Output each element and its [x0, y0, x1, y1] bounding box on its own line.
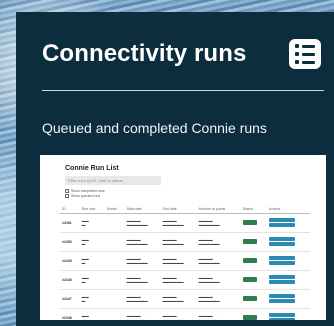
table-row: #2447 ▬▬ ▬ ▬▬▬▬ ▬▬▬▬▬▬ ▬▬▬▬ ▬▬▬▬▬▬ ▬▬▬▬ ▬▬▬▬… — [60, 289, 310, 309]
preview-runs-table: ID Run size Model Start date End date Nu… — [60, 201, 310, 320]
column-header: Start date — [124, 201, 161, 214]
preview-checkbox-completed: Show completed runs — [65, 189, 105, 193]
preview-checkbox-queued: Show queued runs — [65, 194, 100, 198]
title-divider — [42, 90, 324, 91]
column-header: Model — [105, 201, 125, 214]
table-row: #2448 ▬▬ ▬ ▬▬▬▬ ▬▬▬▬▬▬ ▬▬▬▬ ▬▬▬▬▬▬ ▬▬▬▬ ▬▬▬▬… — [60, 270, 310, 290]
status-badge — [242, 238, 257, 244]
connectivity-runs-card[interactable]: Connectivity runs Queued and completed C… — [16, 12, 334, 326]
preview-search-input: Filter runs by ID, date or status — [65, 176, 161, 185]
card-subtitle: Queued and completed Connie runs — [42, 120, 267, 136]
table-row: #2450 ▬▬ ▬ ▬▬▬▬ ▬▬▬▬▬▬ ▬▬▬▬ ▬▬▬▬▬▬ ▬▬▬▬ ▬▬▬▬… — [60, 232, 310, 252]
table-row: #2449 ▬▬ ▬ ▬▬▬▬ ▬▬▬▬▬▬ ▬▬▬▬ ▬▬▬▬▬▬ ▬▬▬▬ ▬▬▬▬… — [60, 251, 310, 271]
card-title: Connectivity runs — [42, 40, 247, 67]
run-list-preview-image[interactable]: Connie Run List Filter runs by ID, date … — [40, 155, 326, 320]
column-header: Number of points — [196, 201, 241, 214]
list-icon[interactable] — [289, 39, 321, 69]
status-badge — [242, 295, 257, 301]
status-badge — [242, 219, 257, 225]
preview-title: Connie Run List — [65, 165, 119, 172]
column-header: Status — [240, 201, 267, 214]
column-header: End date — [160, 201, 197, 214]
status-badge — [242, 257, 257, 263]
table-row: #2446 ▬▬ ▬ ▬▬▬▬ ▬▬▬▬▬▬ ▬▬▬▬ ▬▬▬▬▬▬ ▬▬▬▬ ▬▬▬▬… — [60, 308, 310, 320]
column-header: Actions — [266, 201, 310, 214]
column-header: Run size — [79, 201, 106, 214]
status-badge — [242, 314, 257, 320]
table-row: #2451 ▬▬ ▬ ▬▬▬▬ ▬▬▬▬▬▬ ▬▬▬▬ ▬▬▬▬▬▬ ▬▬▬▬ ▬▬▬▬… — [60, 213, 310, 233]
column-header: ID — [60, 201, 80, 214]
status-badge — [242, 276, 257, 282]
